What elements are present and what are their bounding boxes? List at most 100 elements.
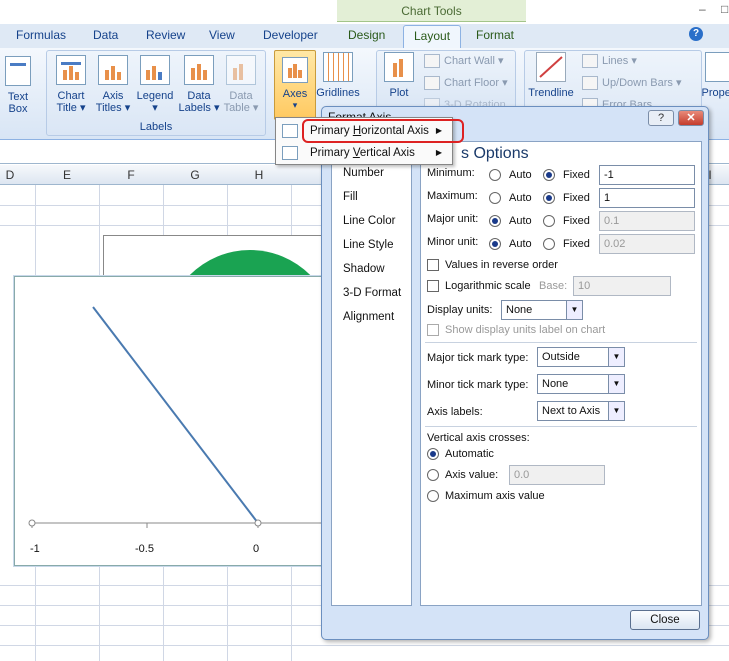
maximum-fixed-label: Fixed (563, 192, 590, 204)
display-units-label: Display units: (427, 304, 493, 316)
category-alignment[interactable]: Alignment (343, 311, 394, 323)
category-line-color[interactable]: Line Color (343, 215, 395, 227)
minimum-value-field[interactable]: -1 (599, 165, 695, 185)
chart-title-icon (56, 55, 86, 85)
category-fill[interactable]: Fill (343, 191, 358, 203)
chevron-down-icon: ▼ (608, 402, 624, 420)
tab-data[interactable]: Data (93, 28, 118, 42)
crosses-axis-value-radio[interactable] (427, 469, 439, 481)
plot-area-icon (384, 52, 414, 82)
log-scale-label: Logarithmic scale (445, 280, 531, 292)
chart-floor-button[interactable]: Chart Floor ▾ (424, 76, 508, 90)
chart-plot (28, 306, 321, 528)
minor-unit-fixed-radio[interactable] (543, 238, 555, 250)
maximum-label: Maximum: (427, 190, 478, 202)
major-tick-select[interactable]: Outside ▼ (537, 347, 625, 367)
legend-button[interactable]: Legend ▾ (133, 55, 177, 114)
log-scale-checkbox[interactable] (427, 280, 439, 292)
properties-button[interactable]: Proper (700, 52, 729, 99)
tab-review[interactable]: Review (146, 28, 185, 42)
menu-item-primary-vertical-axis[interactable]: Primary Vertical Axis ▶ (278, 142, 450, 164)
line-chart[interactable]: -1 -0.5 0 (14, 276, 334, 566)
crosses-maximum-label: Maximum axis value (445, 490, 545, 502)
data-table-icon (226, 55, 256, 85)
crosses-maximum-radio[interactable] (427, 490, 439, 502)
tab-format[interactable]: Format (476, 28, 514, 42)
base-label: Base: (539, 280, 568, 292)
column-header[interactable]: H (249, 168, 269, 182)
category-number[interactable]: Number (343, 167, 384, 179)
close-button[interactable]: Close (630, 610, 700, 630)
maximum-fixed-radio[interactable] (543, 192, 555, 204)
annotation-highlight (302, 119, 464, 143)
crosses-axis-value-field[interactable]: 0.0 (509, 465, 605, 485)
axis-titles-button[interactable]: Axis Titles ▾ (91, 55, 135, 114)
minimize-button[interactable]: – (699, 2, 706, 16)
minor-tick-label: Minor tick mark type: (427, 379, 529, 391)
major-unit-fixed-radio[interactable] (543, 215, 555, 227)
minimum-auto-label: Auto (509, 169, 532, 181)
tab-developer[interactable]: Developer (263, 28, 318, 42)
data-table-button[interactable]: Data Table ▾ (219, 55, 263, 114)
category-line-style[interactable]: Line Style (343, 239, 394, 251)
minimum-auto-radio[interactable] (489, 169, 501, 181)
column-header[interactable]: F (121, 168, 141, 182)
tab-design[interactable]: Design (348, 28, 385, 42)
minimum-fixed-radio[interactable] (543, 169, 555, 181)
tab-layout[interactable]: Layout (403, 25, 462, 49)
display-units-select[interactable]: None ▼ (501, 300, 583, 320)
maximum-auto-radio[interactable] (489, 192, 501, 204)
category-3d-format[interactable]: 3-D Format (343, 287, 401, 299)
minor-unit-auto-radio[interactable] (489, 238, 501, 250)
crosses-axis-value-label: Axis value: (445, 469, 499, 481)
text-box-icon (5, 56, 31, 86)
minor-tick-select[interactable]: None ▼ (537, 374, 625, 394)
data-labels-button[interactable]: Data Labels ▾ (177, 55, 221, 114)
chevron-down-icon: ▼ (608, 348, 624, 366)
restore-button[interactable]: □ (721, 2, 728, 16)
base-value-field[interactable]: 10 (573, 276, 671, 296)
updown-bars-button[interactable]: Up/Down Bars ▾ (582, 76, 682, 90)
tab-view[interactable]: View (209, 28, 235, 42)
gridlines-button[interactable]: Gridlines (316, 52, 360, 99)
values-reverse-checkbox[interactable] (427, 259, 439, 271)
dialog-close-icon[interactable]: ✕ (678, 110, 704, 126)
labels-group-label: Labels (139, 121, 173, 133)
chart-handle (254, 519, 262, 527)
major-tick-label: Major tick mark type: (427, 352, 529, 364)
major-unit-value-field[interactable]: 0.1 (599, 211, 695, 231)
help-icon[interactable]: ? (689, 27, 703, 41)
minor-unit-value-field[interactable]: 0.02 (599, 234, 695, 254)
minimum-fixed-label: Fixed (563, 169, 590, 181)
maximum-value-field[interactable]: 1 (599, 188, 695, 208)
crosses-automatic-radio[interactable] (427, 448, 439, 460)
column-header[interactable]: G (185, 168, 205, 182)
submenu-arrow-icon: ▶ (435, 148, 442, 157)
x-tick-label: -1 (30, 543, 40, 555)
text-box-button[interactable]: Text Box (0, 56, 36, 115)
chart-wall-button[interactable]: Chart Wall ▾ (424, 54, 504, 68)
vertical-crosses-label: Vertical axis crosses: (427, 432, 530, 444)
plot-area-button[interactable]: Plot (377, 52, 421, 99)
chart-title-button[interactable]: Chart Title ▾ (49, 55, 93, 114)
chart-handle (28, 519, 36, 527)
column-header[interactable]: D (0, 168, 20, 182)
category-shadow[interactable]: Shadow (343, 263, 385, 275)
major-unit-auto-radio[interactable] (489, 215, 501, 227)
axis-labels-select[interactable]: Next to Axis ▼ (537, 401, 625, 421)
axes-button[interactable]: Axes ▾ (274, 50, 316, 120)
axis-options-panel: s Options Minimum: Auto Fixed -1 Maximum… (420, 141, 702, 606)
lines-button[interactable]: Lines ▾ (582, 54, 637, 68)
tab-formulas[interactable]: Formulas (16, 28, 66, 42)
axis-labels-label: Axis labels: (427, 406, 483, 418)
axis-titles-icon (98, 55, 128, 85)
trendline-button[interactable]: Trendline (526, 52, 576, 99)
show-units-label-text: Show display units label on chart (445, 324, 606, 336)
column-header[interactable]: E (57, 168, 77, 182)
values-reverse-label: Values in reverse order (445, 259, 558, 271)
legend-icon (140, 55, 170, 85)
major-unit-auto-label: Auto (509, 215, 532, 227)
dialog-help-button[interactable]: ? (648, 110, 674, 126)
axes-icon (282, 57, 308, 83)
show-units-label-checkbox[interactable] (427, 324, 439, 336)
